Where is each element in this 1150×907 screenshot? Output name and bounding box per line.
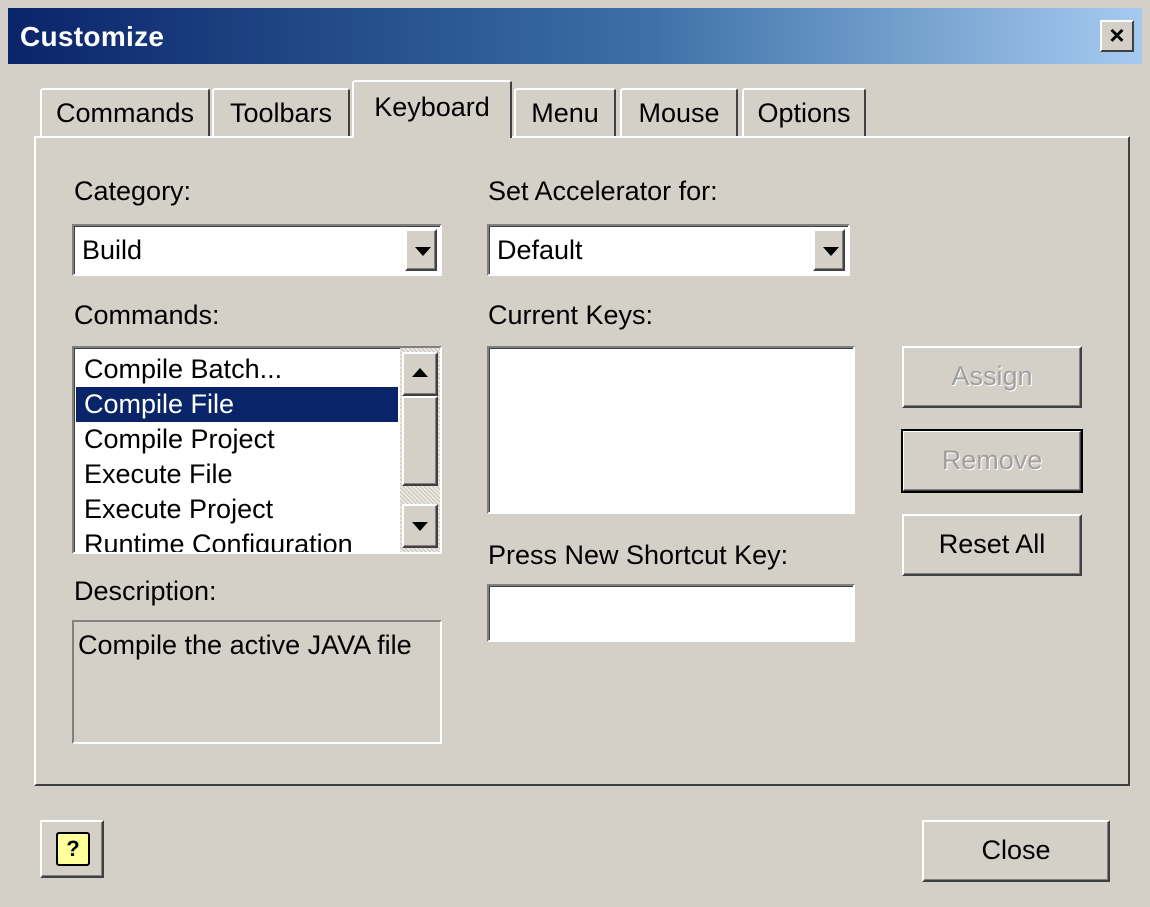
tab-toolbars[interactable]: Toolbars xyxy=(212,88,350,138)
reset-all-button[interactable]: Reset All xyxy=(902,514,1082,576)
remove-button[interactable]: Remove xyxy=(901,429,1083,493)
tab-keyboard[interactable]: Keyboard xyxy=(352,80,512,138)
list-item[interactable]: Execute Project xyxy=(76,492,398,527)
list-item[interactable]: Execute File xyxy=(76,457,398,492)
category-select[interactable]: Build xyxy=(72,224,442,276)
commands-list[interactable]: Compile Batch... Compile File Compile Pr… xyxy=(72,346,442,554)
shortcut-key-input[interactable] xyxy=(487,584,855,642)
tab-commands[interactable]: Commands xyxy=(40,88,210,138)
tab-mouse[interactable]: Mouse xyxy=(620,88,738,138)
description-box: Compile the active JAVA file xyxy=(72,620,442,744)
list-item[interactable]: Compile Batch... xyxy=(76,352,398,387)
category-label: Category: xyxy=(74,176,192,206)
category-value: Build xyxy=(82,235,143,265)
category-dropdown-button[interactable] xyxy=(405,229,437,271)
arrow-up-icon xyxy=(412,368,428,377)
chevron-down-icon xyxy=(415,247,431,256)
current-keys-list[interactable] xyxy=(487,346,855,514)
tab-options[interactable]: Options xyxy=(742,88,866,138)
shortcut-label: Press New Shortcut Key: xyxy=(488,540,789,570)
list-item[interactable]: Runtime Configuration xyxy=(76,527,398,552)
tab-menu[interactable]: Menu xyxy=(514,88,616,138)
arrow-down-icon xyxy=(412,522,428,531)
title-bar: Customize × xyxy=(8,8,1142,64)
assign-button[interactable]: Assign xyxy=(902,346,1082,408)
commands-list-items: Compile Batch... Compile File Compile Pr… xyxy=(76,352,398,552)
scroll-down-button[interactable] xyxy=(402,504,438,548)
help-icon: ? xyxy=(56,832,90,866)
help-button[interactable]: ? xyxy=(40,820,104,878)
accelerator-dropdown-button[interactable] xyxy=(813,229,845,271)
scroll-thumb[interactable] xyxy=(402,396,438,486)
list-item[interactable]: Compile Project xyxy=(76,422,398,457)
commands-scrollbar[interactable] xyxy=(400,348,440,552)
description-label: Description: xyxy=(74,576,217,606)
scroll-up-button[interactable] xyxy=(402,352,438,396)
chevron-down-icon xyxy=(823,247,839,256)
window-title: Customize xyxy=(20,21,165,52)
close-button[interactable]: Close xyxy=(922,820,1110,882)
commands-label: Commands: xyxy=(74,300,220,330)
list-item[interactable]: Compile File xyxy=(76,387,398,422)
description-text: Compile the active JAVA file xyxy=(78,630,412,660)
current-keys-label: Current Keys: xyxy=(488,300,654,330)
accelerator-value: Default xyxy=(497,235,583,265)
close-window-icon[interactable]: × xyxy=(1100,20,1134,52)
accelerator-select[interactable]: Default xyxy=(487,224,850,276)
accelerator-label: Set Accelerator for: xyxy=(488,176,718,206)
